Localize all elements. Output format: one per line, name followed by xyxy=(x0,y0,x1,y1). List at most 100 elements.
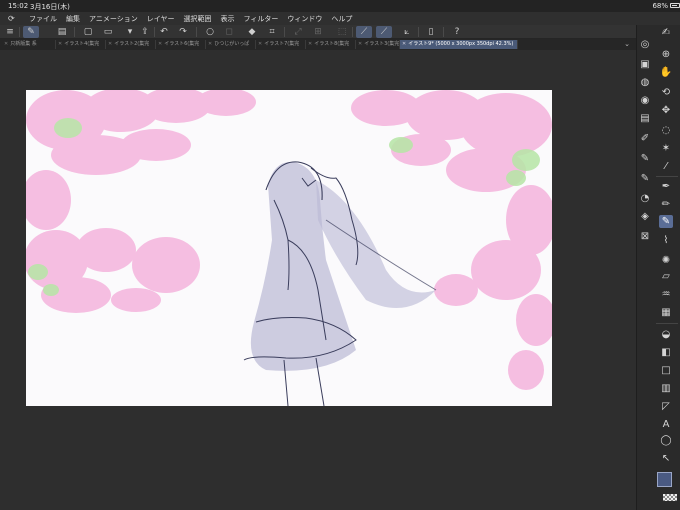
divider xyxy=(656,176,678,177)
menu-window[interactable]: ウィンドウ xyxy=(287,14,322,24)
deselect-icon[interactable]: ○ xyxy=(204,26,216,38)
color-swatch[interactable] xyxy=(656,471,678,493)
shape-icon[interactable]: □ xyxy=(659,364,673,377)
app-logo-icon[interactable]: ⟳ xyxy=(8,14,17,23)
pen-icon[interactable]: ✒ xyxy=(659,180,673,193)
zoom-icon[interactable]: ⊕ xyxy=(659,48,673,61)
correct-line-icon[interactable]: ↖ xyxy=(659,452,673,465)
transform-icon[interactable]: ⤢ xyxy=(292,26,304,38)
layer-property-icon[interactable]: ✐ xyxy=(638,132,652,145)
blend-icon[interactable]: ♒ xyxy=(659,288,673,301)
fill-bucket-icon[interactable]: ◒ xyxy=(659,328,673,341)
close-icon[interactable]: ✕ xyxy=(158,41,162,47)
tool-property-icon[interactable]: ✎ xyxy=(638,152,652,165)
tab-label: ひつじがいっぱ xyxy=(214,41,250,47)
tab-document[interactable]: ✕ イラスト6(集完 xyxy=(156,40,206,49)
gallery-icon[interactable]: ▤ xyxy=(56,26,68,38)
transparent-color-icon[interactable] xyxy=(663,494,677,501)
tab-label: イラスト9* (5000 x 3000px 350dpi 42.3%) xyxy=(408,41,514,47)
pencil-icon[interactable]: ✏ xyxy=(659,198,673,211)
main-color[interactable] xyxy=(657,472,672,487)
device-icon[interactable]: ▯ xyxy=(425,26,437,38)
close-icon[interactable]: ✕ xyxy=(308,41,312,47)
tab-document[interactable]: ✕ イラスト8(集完 xyxy=(306,40,356,49)
select-all-icon[interactable]: ◻ xyxy=(223,26,235,38)
command-bar: ≡ ✎ ▤ ▢ ▭ ▾ ⇪ ↶ ↷ ○ ◻ ◆ ⌗ ⤢ ⊞ ⬚ ⟋ ⟋ ⟀ ▯ … xyxy=(0,25,636,39)
help-icon[interactable]: ? xyxy=(451,26,463,38)
eraser-icon[interactable]: ▱ xyxy=(659,270,673,283)
menu-filter[interactable]: フィルター xyxy=(244,14,279,24)
export-icon[interactable]: ⇪ xyxy=(139,26,151,38)
tab-document[interactable]: ✕ イラスト3(集完 xyxy=(356,40,400,49)
close-icon[interactable]: ✕ xyxy=(58,41,62,47)
move-icon[interactable]: ✥ xyxy=(659,104,673,117)
sub-tool-icon[interactable]: ▣ xyxy=(638,58,652,71)
special-ruler-snap-icon[interactable]: ⟋ xyxy=(376,26,392,38)
ruler-snap-icon[interactable]: ⟋ xyxy=(356,26,372,38)
redo-icon[interactable]: ↷ xyxy=(177,26,189,38)
pen-pressure-icon[interactable]: ✍ xyxy=(659,26,673,39)
balloon-icon[interactable]: ◯ xyxy=(659,434,673,447)
magic-wand-icon[interactable]: ✶ xyxy=(659,142,673,155)
canvas-workspace[interactable] xyxy=(0,50,636,510)
tab-document[interactable]: ✕ イラスト2(集完 xyxy=(106,40,156,49)
grid-snap-icon[interactable]: ⟀ xyxy=(401,26,413,38)
tab-document[interactable]: ✕ ひつじがいっぱ xyxy=(206,40,256,49)
text-icon[interactable]: A xyxy=(659,418,673,431)
brush-icon[interactable]: ✎ xyxy=(659,215,673,228)
airbrush-icon[interactable]: ⌇ xyxy=(659,234,673,247)
tab-document-active[interactable]: ✕ イラスト9* (5000 x 3000px 350dpi 42.3%) xyxy=(400,40,518,49)
tab-document[interactable]: ✕ イラスト4(集完 xyxy=(56,40,106,49)
close-icon[interactable]: ✕ xyxy=(358,41,362,47)
tab-document[interactable]: ✕ 只新版集 系 xyxy=(2,40,56,49)
close-icon[interactable]: ✕ xyxy=(208,41,212,47)
close-icon[interactable]: ✕ xyxy=(402,41,406,47)
close-icon[interactable]: ✕ xyxy=(4,41,8,47)
lasso-select-icon[interactable]: ◌ xyxy=(659,124,673,137)
gradient-icon[interactable]: ◧ xyxy=(659,346,673,359)
hamburger-menu-icon[interactable]: ≡ xyxy=(4,26,16,38)
quick-access-icon[interactable]: ✎ xyxy=(23,26,39,38)
menu-help[interactable]: ヘルプ xyxy=(331,14,352,24)
menu-animation[interactable]: アニメーション xyxy=(89,14,138,24)
compass-icon[interactable]: ◎ xyxy=(638,38,652,51)
close-icon[interactable]: ✕ xyxy=(258,41,262,47)
menu-file[interactable]: ファイル xyxy=(29,14,57,24)
tab-document[interactable]: ✕ イラスト7(集完 xyxy=(256,40,306,49)
open-folder-icon[interactable]: ▭ xyxy=(102,26,114,38)
brush-size-icon[interactable]: ◍ xyxy=(638,76,652,89)
clear-icon[interactable]: ⬚ xyxy=(336,26,348,38)
character-sketch xyxy=(243,161,437,406)
decoration-icon[interactable]: ✺ xyxy=(659,254,673,267)
new-file-icon[interactable]: ▢ xyxy=(82,26,94,38)
material-icon[interactable]: ◔ xyxy=(638,192,652,205)
menu-view[interactable]: 表示 xyxy=(221,14,235,24)
fill-icon[interactable]: ◆ xyxy=(246,26,258,38)
reference-icon[interactable]: ⊠ xyxy=(638,230,652,243)
menu-edit[interactable]: 編集 xyxy=(66,14,80,24)
divider xyxy=(19,27,20,37)
tab-label: イラスト3(集完 xyxy=(364,41,400,47)
rotate-icon[interactable]: ⟲ xyxy=(659,86,673,99)
color-history-icon[interactable]: ✎ xyxy=(638,172,652,185)
navigator-icon[interactable]: ◈ xyxy=(638,210,652,223)
menu-bar: ⟳ ファイル 編集 アニメーション レイヤー 選択範囲 表示 フィルター ウィン… xyxy=(0,12,680,25)
chevron-down-icon[interactable]: ⌄ xyxy=(624,40,630,48)
layer-icon[interactable]: ▤ xyxy=(638,112,652,125)
close-icon[interactable]: ✕ xyxy=(108,41,112,47)
menu-layer[interactable]: レイヤー xyxy=(147,14,175,24)
tab-label: イラスト2(集完 xyxy=(114,41,150,47)
scale-icon[interactable]: ⊞ xyxy=(312,26,324,38)
color-wheel-icon[interactable]: ◉ xyxy=(638,94,652,107)
eyedropper-icon[interactable]: ⁄ xyxy=(659,160,673,173)
save-icon[interactable]: ▾ xyxy=(124,26,136,38)
undo-icon[interactable]: ↶ xyxy=(158,26,170,38)
crop-icon[interactable]: ⌗ xyxy=(266,26,278,38)
frame-icon[interactable]: ▥ xyxy=(659,382,673,395)
figure-icon[interactable]: ▦ xyxy=(659,306,673,319)
hand-icon[interactable]: ✋ xyxy=(659,66,673,79)
divider xyxy=(74,27,75,37)
ruler-icon[interactable]: ◸ xyxy=(659,400,673,413)
menu-selection[interactable]: 選択範囲 xyxy=(184,14,212,24)
drawing-canvas[interactable] xyxy=(26,90,552,406)
